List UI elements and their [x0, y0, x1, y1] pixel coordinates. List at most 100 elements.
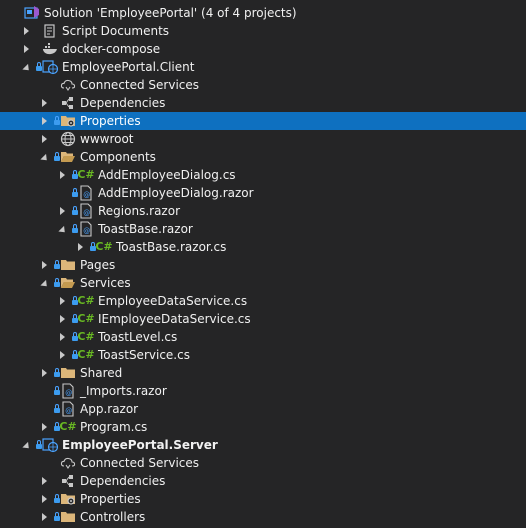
- tree-item-controllers[interactable]: Controllers: [0, 508, 526, 526]
- tree-item-dependencies[interactable]: Dependencies: [0, 472, 526, 490]
- expanded-arrow-icon[interactable]: [20, 436, 32, 454]
- tree-item-label: App.razor: [80, 402, 139, 416]
- connected-services-icon: [60, 455, 76, 471]
- tree-item-script-documents[interactable]: Script Documents: [0, 22, 526, 40]
- tree-item-label: docker-compose: [62, 42, 161, 56]
- expanded-arrow-icon[interactable]: [38, 148, 50, 166]
- tree-item-label: ToastLevel.cs: [98, 330, 178, 344]
- tree-item-label: Controllers: [80, 510, 146, 524]
- solution-icon: [24, 5, 40, 21]
- tree-item-label: Regions.razor: [98, 204, 181, 218]
- expanded-arrow-icon[interactable]: [38, 274, 50, 292]
- tree-item-label: Dependencies: [80, 474, 166, 488]
- collapsed-arrow-icon[interactable]: [20, 40, 32, 58]
- tree-item-label: Components: [80, 150, 156, 164]
- collapsed-arrow-icon[interactable]: [38, 508, 50, 526]
- expanded-arrow-icon[interactable]: [20, 58, 32, 76]
- csharp-file-icon: C#: [77, 330, 95, 343]
- tree-item-label: ToastBase.razor.cs: [116, 240, 227, 254]
- collapsed-arrow-icon[interactable]: [38, 94, 50, 112]
- tree-item-dependencies[interactable]: Dependencies: [0, 94, 526, 112]
- tree-item-label: IEmployeeDataService.cs: [98, 312, 251, 326]
- svg-text:@: @: [83, 191, 90, 199]
- collapsed-arrow-icon[interactable]: [38, 490, 50, 508]
- tree-item-label: Properties: [80, 114, 141, 128]
- collapsed-arrow-icon[interactable]: [56, 292, 68, 310]
- collapsed-arrow-icon[interactable]: [56, 166, 68, 184]
- folder-open-icon: [60, 275, 76, 291]
- dependencies-icon: [60, 95, 76, 111]
- tree-item-toastservice-cs[interactable]: C# ToastService.cs: [0, 346, 526, 364]
- tree-item-iemployeedataservice-cs[interactable]: C# IEmployeeDataService.cs: [0, 310, 526, 328]
- connected-services-icon: [60, 77, 76, 93]
- collapsed-arrow-icon[interactable]: [56, 328, 68, 346]
- tree-item-components[interactable]: Components: [0, 148, 526, 166]
- tree-item-program-cs[interactable]: C# Program.cs: [0, 418, 526, 436]
- tree-item-properties[interactable]: Properties: [0, 112, 526, 130]
- tree-item-label: Solution 'EmployeePortal' (4 of 4 projec…: [44, 6, 297, 20]
- tree-item-label: _Imports.razor: [80, 384, 167, 398]
- collapsed-arrow-icon[interactable]: [38, 256, 50, 274]
- tree-item-connected-services[interactable]: Connected Services: [0, 454, 526, 472]
- collapsed-arrow-icon[interactable]: [38, 130, 50, 148]
- tree-item-addemployeedialog-razor[interactable]: @ AddEmployeeDialog.razor: [0, 184, 526, 202]
- tree-item-label: AddEmployeeDialog.razor: [98, 186, 254, 200]
- collapsed-arrow-icon[interactable]: [38, 472, 50, 490]
- csharp-file-icon: C#: [77, 168, 95, 181]
- svg-text:@: @: [83, 209, 90, 217]
- tree-item-toastbase-razor-cs[interactable]: C# ToastBase.razor.cs: [0, 238, 526, 256]
- collapsed-arrow-icon[interactable]: [38, 112, 50, 130]
- collapsed-arrow-icon[interactable]: [56, 310, 68, 328]
- folder-icon: [60, 257, 76, 273]
- tree-item-label: ToastService.cs: [98, 348, 190, 362]
- tree-item-label: Script Documents: [62, 24, 170, 38]
- tree-item-label: Connected Services: [80, 456, 200, 470]
- folder-icon: [60, 509, 76, 525]
- properties-folder-icon: [60, 113, 76, 129]
- tree-item-imports-razor[interactable]: @ _Imports.razor: [0, 382, 526, 400]
- tree-item-label: Program.cs: [80, 420, 148, 434]
- tree-item-label: Services: [80, 276, 131, 290]
- dependencies-icon: [60, 473, 76, 489]
- expanded-arrow-icon[interactable]: [56, 220, 68, 238]
- tree-item-toastbase-razor[interactable]: @ ToastBase.razor: [0, 220, 526, 238]
- solution-explorer-tree: Solution 'EmployeePortal' (4 of 4 projec…: [0, 0, 526, 528]
- docker-icon: [42, 41, 58, 57]
- tree-item-label: Dependencies: [80, 96, 166, 110]
- tree-item-connected-services[interactable]: Connected Services: [0, 76, 526, 94]
- tree-item-regions-razor[interactable]: @ Regions.razor: [0, 202, 526, 220]
- tree-item-employeedataservice-cs[interactable]: C# EmployeeDataService.cs: [0, 292, 526, 310]
- svg-text:@: @: [65, 389, 72, 397]
- collapsed-arrow-icon[interactable]: [56, 346, 68, 364]
- razor-file-icon: @: [78, 185, 94, 201]
- tree-item-label: Connected Services: [80, 78, 200, 92]
- tree-item-app-razor[interactable]: @ App.razor: [0, 400, 526, 418]
- csharp-file-icon: C#: [59, 420, 77, 433]
- razor-file-icon: @: [60, 401, 76, 417]
- tree-item-employeeportal-server[interactable]: EmployeePortal.Server: [0, 436, 526, 454]
- collapsed-arrow-icon[interactable]: [38, 364, 50, 382]
- tree-item-employeeportal-client[interactable]: EmployeePortal.Client: [0, 58, 526, 76]
- tree-item-shared[interactable]: Shared: [0, 364, 526, 382]
- tree-item-label: EmployeePortal.Client: [62, 60, 195, 74]
- collapsed-arrow-icon[interactable]: [56, 202, 68, 220]
- tree-item-docker-compose[interactable]: docker-compose: [0, 40, 526, 58]
- tree-item-toastlevel-cs[interactable]: C# ToastLevel.cs: [0, 328, 526, 346]
- web-project-icon: [42, 59, 58, 75]
- tree-item-label: Shared: [80, 366, 123, 380]
- collapsed-arrow-icon[interactable]: [20, 22, 32, 40]
- tree-item-pages[interactable]: Pages: [0, 256, 526, 274]
- tree-item-addemployeedialog-cs[interactable]: C# AddEmployeeDialog.cs: [0, 166, 526, 184]
- tree-item-label: Pages: [80, 258, 116, 272]
- tree-item-wwwroot[interactable]: wwwroot: [0, 130, 526, 148]
- tree-item-solution-employeeportal-4-of-4-projects[interactable]: Solution 'EmployeePortal' (4 of 4 projec…: [0, 4, 526, 22]
- collapsed-arrow-icon[interactable]: [74, 238, 86, 256]
- collapsed-arrow-icon[interactable]: [38, 418, 50, 436]
- tree-item-label: Properties: [80, 492, 141, 506]
- properties-folder-icon: [60, 491, 76, 507]
- razor-file-icon: @: [78, 203, 94, 219]
- tree-item-properties[interactable]: Properties: [0, 490, 526, 508]
- tree-item-label: EmployeeDataService.cs: [98, 294, 248, 308]
- tree-item-services[interactable]: Services: [0, 274, 526, 292]
- script-documents-icon: [42, 23, 58, 39]
